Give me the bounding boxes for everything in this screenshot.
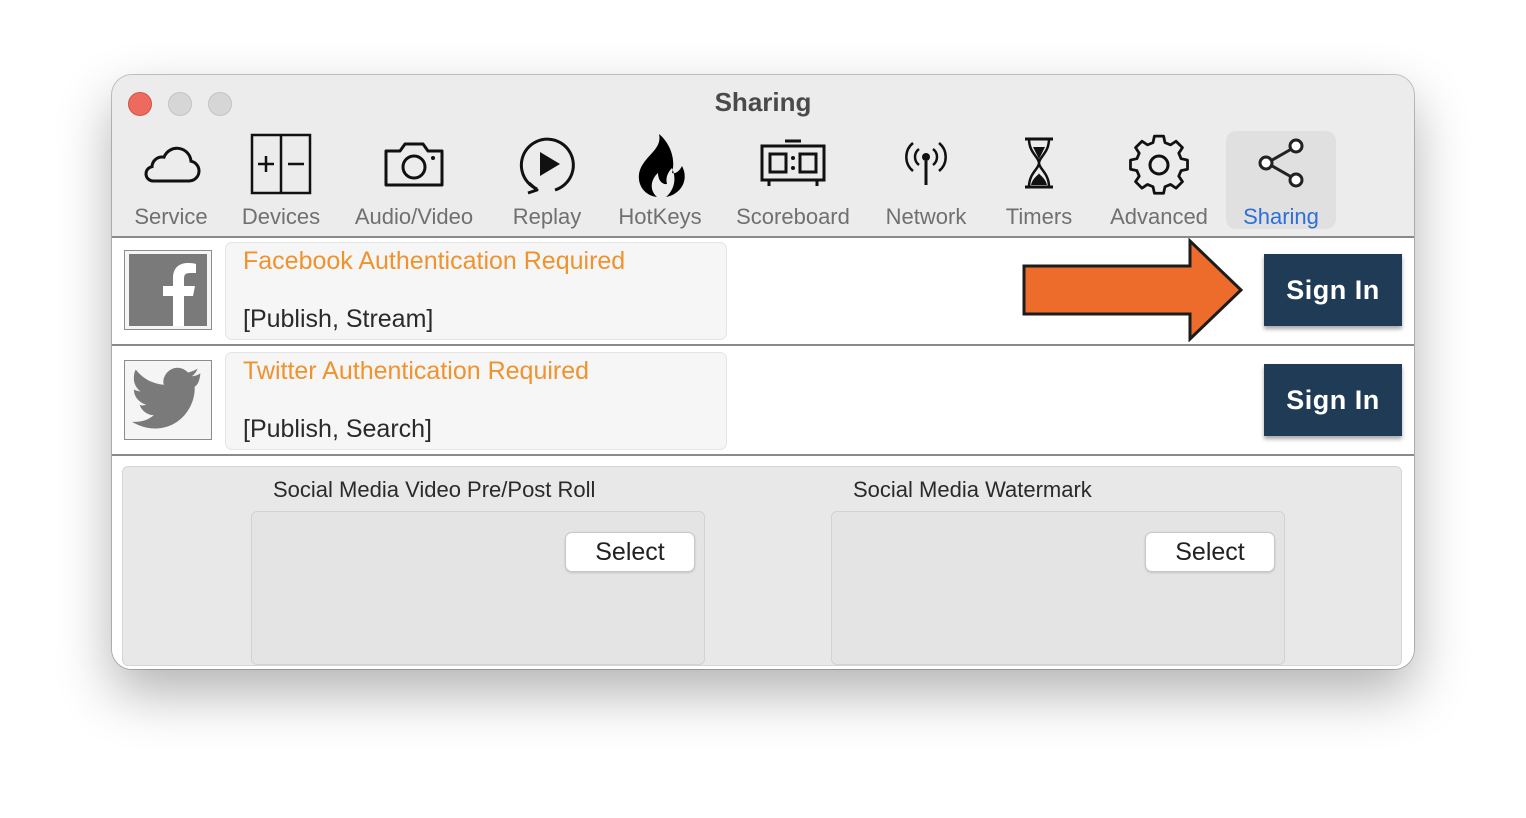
tab-network[interactable]: Network [878,131,974,229]
replay-icon [519,137,575,195]
tab-hotkeys[interactable]: HotKeys [612,131,708,229]
hourglass-icon [1025,137,1053,189]
sharing-panel: Facebook Authentication Required [Publis… [112,236,1414,669]
flame-icon [638,134,685,197]
gear-icon [1129,134,1189,195]
title-bar: Sharing [112,75,1414,133]
facebook-permissions: [Publish, Stream] [243,305,434,333]
watermark-label: Social Media Watermark [853,477,1092,502]
facebook-sign-in-button[interactable]: Sign In [1264,254,1402,326]
antenna-icon [905,142,947,185]
orange-arrow-annotation [1022,238,1244,342]
preroll-select-button[interactable]: Select [565,532,695,572]
twitter-sign-in-button[interactable]: Sign In [1264,364,1402,436]
devices-icon [250,133,312,195]
tab-replay-label: Replay [512,204,582,229]
twitter-auth-title: Twitter Authentication Required [243,357,590,385]
tab-advanced-label: Advanced [1110,204,1208,229]
tab-hotkeys-label: HotKeys [618,204,702,229]
tab-devices-label: Devices [241,204,321,229]
tab-timers[interactable]: Timers [994,131,1084,229]
watermark-drop-area[interactable]: Select [831,511,1285,665]
tab-advanced[interactable]: Advanced [1102,131,1216,229]
cloud-icon [144,146,201,183]
facebook-auth-title: Facebook Authentication Required [243,247,626,275]
twitter-logo-icon [124,360,212,440]
twitter-permissions: [Publish, Search] [243,415,432,443]
facebook-status-box: Facebook Authentication Required [Publis… [225,242,727,340]
tab-network-label: Network [885,204,967,229]
tab-timers-label: Timers [1005,204,1073,229]
row-divider [112,454,1414,456]
tab-service-label: Service [134,204,208,229]
window-title: Sharing [714,87,812,117]
camera-icon [384,142,444,187]
row-divider [112,344,1414,346]
preroll-label: Social Media Video Pre/Post Roll [273,477,596,502]
tab-sharing[interactable]: Sharing [1226,131,1336,229]
scoreboard-icon [760,139,826,186]
facebook-logo-icon [124,250,212,330]
tab-replay[interactable]: Replay [502,131,592,229]
twitter-status-box: Twitter Authentication Required [Publish… [225,352,727,450]
tab-sharing-label: Sharing [1243,204,1319,229]
tab-audio-video[interactable]: Audio/Video [346,131,482,229]
facebook-account-row: Facebook Authentication Required [Publis… [112,238,1414,344]
tab-scoreboard-label: Scoreboard [736,204,850,229]
preroll-drop-area[interactable]: Select [251,511,705,665]
media-settings-panel: Social Media Video Pre/Post Roll Select … [122,466,1402,666]
preferences-toolbar: Service Devices Audio/Video Replay HotKe… [112,131,1414,237]
watermark-select-button[interactable]: Select [1145,532,1275,572]
tab-scoreboard[interactable]: Scoreboard [724,131,862,229]
preferences-window: Sharing Service Devices Audio/Video Repl… [112,75,1414,669]
tab-devices[interactable]: Devices [236,131,326,229]
twitter-account-row: Twitter Authentication Required [Publish… [112,348,1414,454]
tab-audio-video-label: Audio/Video [354,204,474,229]
share-icon [1258,138,1304,188]
tab-service[interactable]: Service [126,131,216,229]
